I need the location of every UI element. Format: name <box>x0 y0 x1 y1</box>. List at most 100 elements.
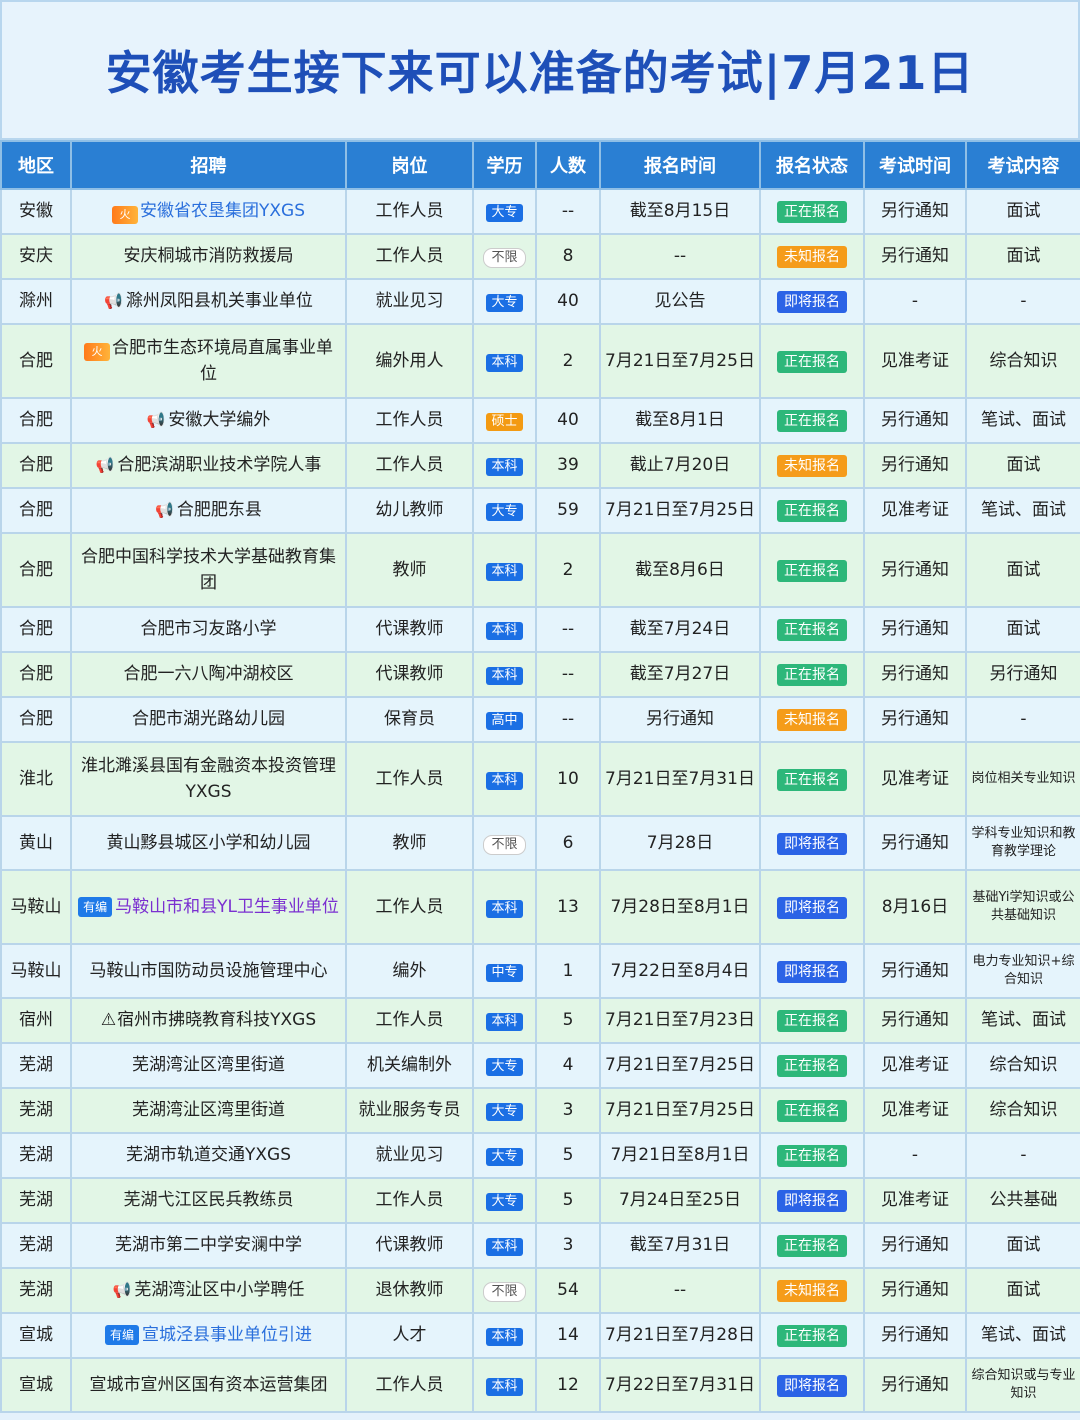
cell-position: 代课教师 <box>345 1222 474 1269</box>
cell-exam-time: 另行通知 <box>863 233 967 280</box>
cell-exam-time: 另行通知 <box>863 1222 967 1269</box>
cell-status: 正在报名 <box>759 1132 865 1179</box>
cell-exam-content: 面试 <box>965 532 1080 608</box>
cell-education: 本科 <box>472 442 537 489</box>
cell-education: 本科 <box>472 741 537 817</box>
cell-reg-time: 截至8月6日 <box>599 532 761 608</box>
cell-position: 工作人员 <box>345 188 474 235</box>
cell-org[interactable]: 火安徽省农垦集团YXGS <box>70 188 347 235</box>
cell-exam-content: 电力专业知识+综合知识 <box>965 943 1080 999</box>
cell-region: 合肥 <box>0 651 72 698</box>
cell-education: 大专 <box>472 1177 537 1224</box>
warning-icon: ⚠ <box>100 1010 117 1031</box>
cell-exam-content: 笔试、面试 <box>965 487 1080 534</box>
cell-reg-time: 7月21日至7月25日 <box>599 487 761 534</box>
cell-status: 即将报名 <box>759 943 865 999</box>
cell-exam-content: 笔试、面试 <box>965 1312 1080 1359</box>
org-name: 合肥市习友路小学 <box>140 619 277 640</box>
header-position: 岗位 <box>345 140 474 190</box>
cell-count: 1 <box>535 943 601 999</box>
education-badge: 本科 <box>486 562 523 581</box>
education-badge: 本科 <box>486 899 523 918</box>
table-row: 安庆 安庆桐城市消防救援局 工作人员 不限 8 -- 未知报名 另行通知 面试 <box>0 233 1080 280</box>
education-badge: 不限 <box>483 1282 526 1303</box>
cell-exam-content: 学科专业知识和教育教学理论 <box>965 815 1080 871</box>
cell-org[interactable]: 有编 宣城泾县事业单位引进 <box>70 1312 347 1359</box>
megaphone-icon: 📢 <box>112 1281 132 1300</box>
cell-region: 马鞍山 <box>0 943 72 999</box>
status-badge: 正在报名 <box>777 1055 847 1078</box>
cell-reg-time: 7月22日至7月31日 <box>599 1357 761 1413</box>
header-status: 报名状态 <box>759 140 865 190</box>
cell-org: 火合肥市生态环境局直属事业单位 <box>70 323 347 399</box>
cell-count: -- <box>535 188 601 235</box>
education-badge: 本科 <box>486 1377 523 1396</box>
cell-count: 40 <box>535 397 601 444</box>
header-education: 学历 <box>472 140 537 190</box>
org-name: 淮北濉溪县国有金融资本投资管理YXGS <box>81 755 336 802</box>
cell-org: 合肥市湖光路幼儿园 <box>70 696 347 743</box>
cell-position: 就业服务专员 <box>345 1087 474 1134</box>
header-exam-content: 考试内容 <box>965 140 1080 190</box>
org-name: 合肥一六八陶冲湖校区 <box>123 664 294 685</box>
status-badge: 正在报名 <box>777 350 847 373</box>
cell-exam-time: 见准考证 <box>863 741 967 817</box>
cell-position: 代课教师 <box>345 606 474 653</box>
cell-count: 39 <box>535 442 601 489</box>
table-row: 黄山 黄山黟县城区小学和幼儿园 教师 不限 6 7月28日 即将报名 另行通知 学科专业知识和教… <box>0 815 1080 871</box>
cell-status: 正在报名 <box>759 487 865 534</box>
cell-education: 本科 <box>472 997 537 1044</box>
cell-exam-time: - <box>863 1132 967 1179</box>
status-badge: 即将报名 <box>777 960 847 983</box>
cell-exam-content: - <box>965 696 1080 743</box>
cell-count: -- <box>535 651 601 698</box>
table-header-row: 地区 招聘 岗位 学历 人数 报名时间 报名状态 考试时间 考试内容 <box>0 140 1080 190</box>
education-badge: 本科 <box>486 1238 523 1257</box>
cell-region: 芜湖 <box>0 1042 72 1089</box>
cell-position: 工作人员 <box>345 997 474 1044</box>
table-row: 宿州 ⚠宿州市拂晓教育科技YXGS 工作人员 本科 5 7月21日至7月23日 正在报名 另行… <box>0 997 1080 1044</box>
cell-position: 编外用人 <box>345 323 474 399</box>
cell-reg-time: 7月22日至8月4日 <box>599 943 761 999</box>
cell-exam-time: 另行通知 <box>863 696 967 743</box>
org-name: 安徽大学编外 <box>168 410 271 431</box>
cell-org: 马鞍山市国防动员设施管理中心 <box>70 943 347 999</box>
table-body: 安徽火安徽省农垦集团YXGS 工作人员 大专 -- 截至8月15日 正在报名 另行通知 面试安… <box>0 188 1080 1413</box>
status-badge: 正在报名 <box>777 768 847 791</box>
cell-education: 不限 <box>472 1267 537 1314</box>
table-row: 合肥 合肥市湖光路幼儿园 保育员 高中 -- 另行通知 未知报名 另行通知 - <box>0 696 1080 743</box>
cell-exam-time: 另行通知 <box>863 1267 967 1314</box>
cell-reg-time: 7月28日至8月1日 <box>599 869 761 945</box>
cell-education: 高中 <box>472 696 537 743</box>
cell-count: 6 <box>535 815 601 871</box>
cell-org: 黄山黟县城区小学和幼儿园 <box>70 815 347 871</box>
education-badge: 本科 <box>486 622 523 641</box>
cell-region: 芜湖 <box>0 1087 72 1134</box>
megaphone-icon: 📢 <box>95 456 115 475</box>
cell-exam-time: 见准考证 <box>863 1087 967 1134</box>
cell-exam-content: 笔试、面试 <box>965 997 1080 1044</box>
cell-exam-time: 另行通知 <box>863 1312 967 1359</box>
cell-status: 即将报名 <box>759 815 865 871</box>
status-badge: 正在报名 <box>777 500 847 523</box>
cell-count: 2 <box>535 323 601 399</box>
cell-education: 中专 <box>472 943 537 999</box>
education-badge: 本科 <box>486 1013 523 1032</box>
cell-reg-time: 7月21日至7月25日 <box>599 323 761 399</box>
header-count: 人数 <box>535 140 601 190</box>
org-name[interactable]: 宣城泾县事业单位引进 <box>142 1325 312 1345</box>
cell-exam-content: 面试 <box>965 1222 1080 1269</box>
org-name[interactable]: 安徽省农垦集团YXGS <box>140 201 305 221</box>
org-name: 马鞍山市和县YL卫生事业单位 <box>115 896 339 917</box>
cell-region: 合肥 <box>0 442 72 489</box>
table-row: 宣城 有编 宣城泾县事业单位引进 人才 本科 14 7月21日至7月28日 正在报名 另行通知笔… <box>0 1312 1080 1359</box>
cell-org: 📢 芜湖湾沚区中小学聘任 <box>70 1267 347 1314</box>
table-row: 合肥 合肥一六八陶冲湖校区 代课教师 本科 -- 截至7月27日 正在报名 另行通知 另行通知 <box>0 651 1080 698</box>
status-badge: 正在报名 <box>777 559 847 582</box>
cell-count: -- <box>535 696 601 743</box>
org-name: 芜湖湾沚区湾里街道 <box>132 1100 285 1121</box>
education-badge: 本科 <box>486 667 523 686</box>
cell-exam-content: 综合知识或与专业知识 <box>965 1357 1080 1413</box>
cell-position: 退休教师 <box>345 1267 474 1314</box>
education-badge: 不限 <box>483 248 526 269</box>
